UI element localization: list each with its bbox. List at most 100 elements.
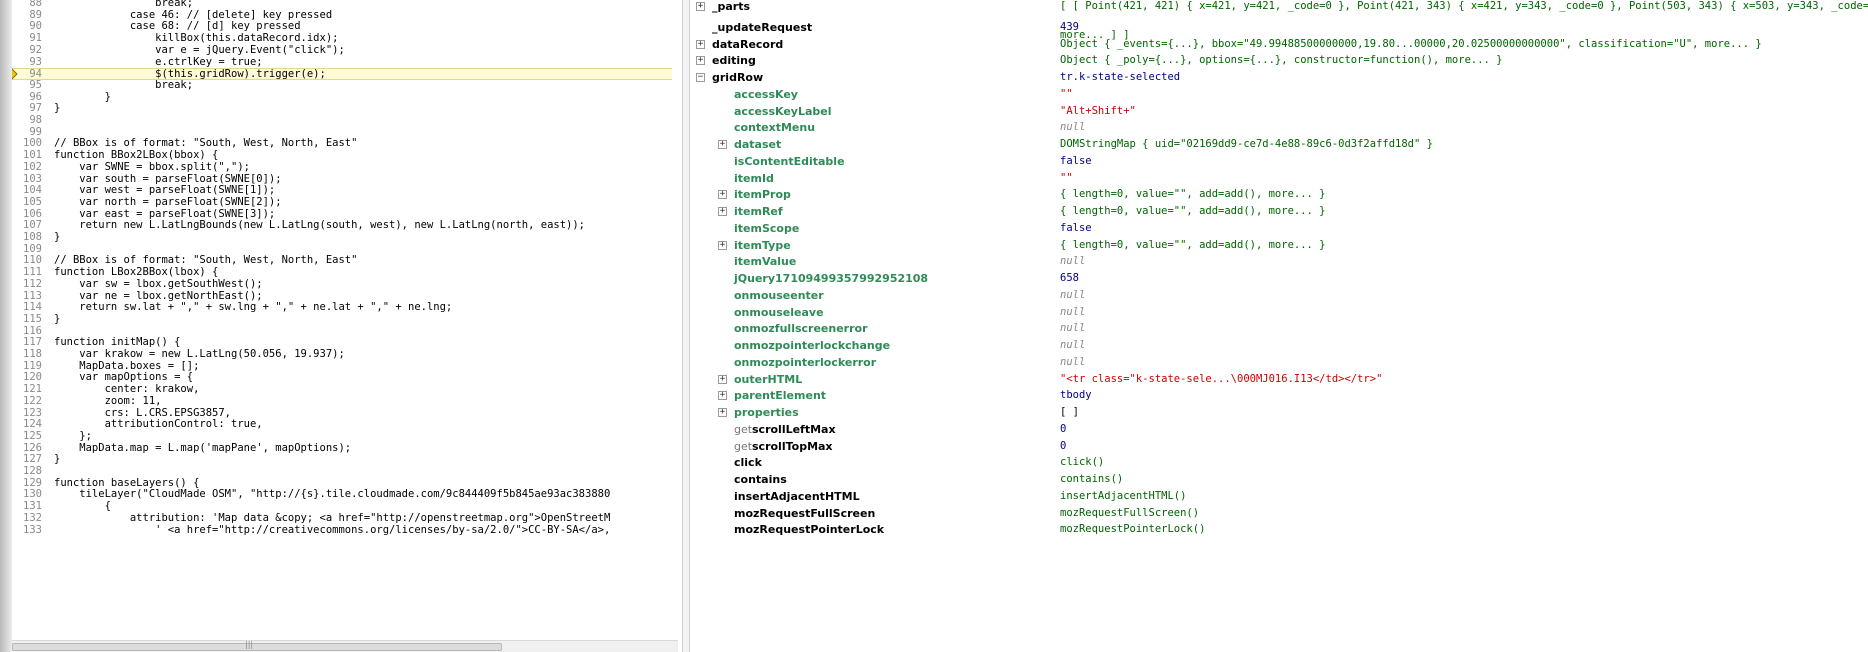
code-line[interactable]: 96 } <box>12 91 672 104</box>
line-number[interactable]: 125 <box>12 430 42 443</box>
property-name[interactable]: jQuery17109499357992952108 <box>734 272 928 285</box>
property-name[interactable]: onmozpointerlockerror <box>734 356 876 369</box>
property-name[interactable]: _updateRequest <box>712 21 812 34</box>
code-line[interactable]: 95 break; <box>12 79 672 92</box>
code-text: }; <box>54 429 92 442</box>
property-value: 0 <box>1060 439 1067 452</box>
property-value[interactable]: Object { _events={...}, bbox="49.9948850… <box>1060 38 1762 50</box>
line-number[interactable]: 92 <box>12 44 42 57</box>
plus-icon[interactable]: + <box>696 39 705 49</box>
code-line[interactable]: 130 tileLayer("CloudMade OSM", "http://{… <box>12 489 672 501</box>
property-name[interactable]: accessKey <box>734 88 798 101</box>
property-name[interactable]: contextMenu <box>734 121 815 134</box>
code-line[interactable]: 124 attributionControl: true, <box>12 418 672 431</box>
property-name[interactable]: onmozfullscreenerror <box>734 322 868 335</box>
property-name[interactable]: scrollLeftMax <box>752 423 836 436</box>
source-horizontal-scroll-thumb[interactable]: ||| <box>12 640 502 651</box>
property-value: null <box>1060 288 1086 301</box>
plus-icon[interactable]: + <box>718 207 727 216</box>
property-value[interactable]: tr.k-state-selected <box>1060 71 1180 83</box>
dom-row-_parts[interactable]: + _parts [ [ Point(421, 421) { x=421, y=42… <box>690 0 1868 18</box>
line-number[interactable]: 128 <box>12 465 42 478</box>
property-name[interactable]: _parts <box>712 0 750 13</box>
plus-icon[interactable]: + <box>718 240 727 250</box>
code-line[interactable]: 98 <box>12 114 672 127</box>
property-name[interactable]: scrollTopMax <box>752 440 833 453</box>
property-value[interactable]: DOMStringMap { uid="02169dd9-ce7d-4e88-8… <box>1060 138 1433 150</box>
code-text: var SWNE = bbox.split(","); <box>54 160 250 173</box>
property-name[interactable]: parentElement <box>734 389 826 402</box>
line-number[interactable]: 112 <box>12 278 42 291</box>
property-value[interactable]: Object { _poly={...}, options={...}, con… <box>1060 54 1503 66</box>
property-name[interactable]: itemType <box>734 239 791 252</box>
code-area[interactable]: 88 break; 89 case 46: // [delete] key pre… <box>12 0 672 640</box>
property-name[interactable]: isContentEditable <box>734 155 845 168</box>
code-line[interactable]: 107 return new L.LatLngBounds(new L.LatL… <box>12 219 672 232</box>
line-number[interactable]: 105 <box>12 196 42 209</box>
plus-icon[interactable]: + <box>696 2 705 11</box>
line-number[interactable]: 132 <box>12 512 42 525</box>
plus-icon[interactable]: + <box>718 408 727 417</box>
dom-row-mozRequestPointerLock[interactable]: mozRequestPointerLock mozRequestPointerLo… <box>690 521 1868 541</box>
property-name[interactable]: contains <box>734 473 787 486</box>
code-text: zoom: 11, <box>54 394 162 407</box>
line-number[interactable]: 118 <box>12 348 42 361</box>
property-value[interactable]: { length=0, value="", add=add(), more...… <box>1060 205 1326 217</box>
property-name[interactable]: editing <box>712 54 756 67</box>
property-name[interactable]: itemId <box>734 172 774 185</box>
property-name[interactable]: itemValue <box>734 255 796 268</box>
line-number[interactable]: 108 <box>12 231 42 244</box>
code-line[interactable]: 126 MapData.map = L.map('mapPane', mapOp… <box>12 442 672 455</box>
property-name[interactable]: gridRow <box>712 71 763 84</box>
property-value[interactable]: tbody <box>1060 389 1092 401</box>
property-name[interactable]: mozRequestFullScreen <box>734 507 875 520</box>
property-name[interactable]: itemRef <box>734 205 783 218</box>
property-value: null <box>1060 322 1086 335</box>
pane-splitter[interactable] <box>682 0 690 652</box>
plus-icon[interactable]: + <box>718 391 727 401</box>
code-line[interactable]: 97} <box>12 102 672 115</box>
code-text: } <box>54 453 61 466</box>
plus-icon[interactable]: + <box>696 56 705 66</box>
property-name[interactable]: onmozpointerlockchange <box>734 339 890 352</box>
property-value[interactable]: { length=0, value="", add=add(), more...… <box>1060 239 1326 251</box>
property-name[interactable]: onmouseleave <box>734 306 824 319</box>
plus-icon[interactable]: + <box>718 190 727 200</box>
line-number[interactable]: 98 <box>12 114 42 127</box>
line-number[interactable]: 95 <box>12 79 42 92</box>
line-number[interactable]: 102 <box>12 161 42 174</box>
source-horizontal-scrollbar[interactable]: ||| <box>12 640 678 652</box>
line-number[interactable]: 93 <box>12 56 42 69</box>
code-text: var mapOptions = { <box>54 371 194 384</box>
property-value[interactable]: { length=0, value="", add=add(), more...… <box>1060 188 1326 200</box>
plus-icon[interactable]: + <box>718 140 727 149</box>
property-name[interactable]: properties <box>734 406 799 419</box>
property-name[interactable]: dataRecord <box>712 38 783 51</box>
source-code-pane[interactable]: 88 break; 89 case 46: // [delete] key pre… <box>12 0 678 652</box>
code-text: return new L.LatLngBounds(new L.LatLng(s… <box>54 219 586 232</box>
line-number[interactable]: 115 <box>12 313 42 326</box>
code-line[interactable]: 93 e.ctrlKey = true; <box>12 55 672 69</box>
code-line[interactable]: 114 return sw.lat + "," + sw.lng + "," +… <box>12 301 672 314</box>
code-line[interactable]: 133 ' <a href="http://creativecommons.or… <box>12 524 672 537</box>
dom-inspector-pane[interactable]: + _parts [ [ Point(421, 421) { x=421, y=42… <box>690 0 1868 652</box>
property-name[interactable]: onmouseenter <box>734 289 824 302</box>
property-value[interactable]: [ [ Point(421, 421) { x=421, y=421, _cod… <box>1060 0 1868 12</box>
property-name[interactable]: mozRequestPointerLock <box>734 523 884 536</box>
line-number[interactable]: 133 <box>12 524 42 537</box>
code-line[interactable]: 115} <box>12 313 672 326</box>
line-number[interactable]: 122 <box>12 395 42 408</box>
code-text: e.ctrlKey = true; <box>54 55 263 68</box>
code-line[interactable]: 127} <box>12 453 672 466</box>
property-name[interactable]: accessKeyLabel <box>734 105 832 118</box>
property-name[interactable]: itemProp <box>734 188 791 201</box>
property-name[interactable]: insertAdjacentHTML <box>734 490 860 503</box>
property-name[interactable]: dataset <box>734 138 781 151</box>
code-text: var sw = lbox.getSouthWest(); <box>54 277 263 290</box>
property-name[interactable]: click <box>734 456 762 469</box>
plus-icon[interactable]: + <box>718 374 727 384</box>
property-name[interactable]: itemScope <box>734 222 799 235</box>
code-line[interactable]: 108} <box>12 231 672 244</box>
minus-icon[interactable]: − <box>696 73 705 82</box>
property-name[interactable]: outerHTML <box>734 373 802 386</box>
